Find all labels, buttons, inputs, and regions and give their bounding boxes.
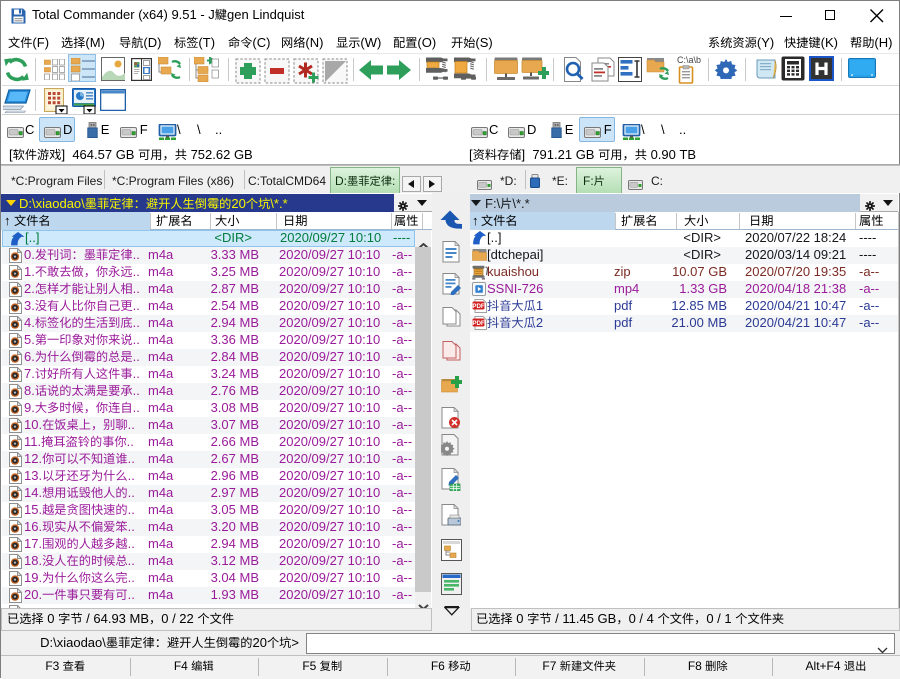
svg-text:PDF: PDF bbox=[472, 303, 485, 310]
svg-text:PDF: PDF bbox=[472, 320, 485, 327]
